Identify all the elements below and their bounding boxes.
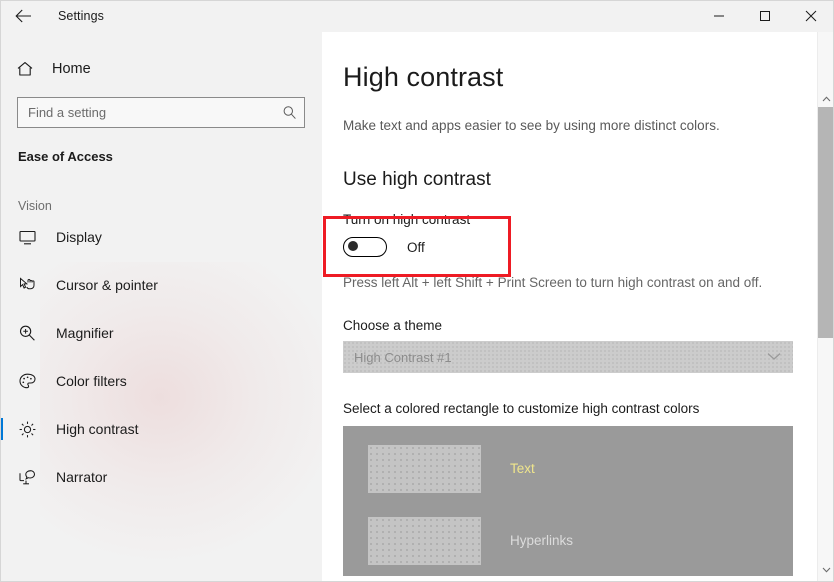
home-icon: [16, 60, 38, 78]
section-heading-use-high-contrast: Use high contrast: [343, 169, 812, 191]
color-rectangle-instruction: Select a colored rectangle to customize …: [343, 401, 812, 416]
sidebar-item-label: Narrator: [56, 469, 107, 485]
settings-window: Settings: [0, 0, 834, 582]
sidebar-item-display[interactable]: Display: [0, 213, 322, 261]
high-contrast-toggle-block: Turn on high contrast Off: [343, 212, 812, 257]
sidebar-section-title: Ease of Access: [18, 149, 322, 164]
search-box[interactable]: [17, 97, 305, 128]
sidebar-item-home[interactable]: Home: [0, 50, 322, 88]
brightness-icon: [18, 420, 44, 439]
scroll-up-button[interactable]: [818, 89, 834, 107]
color-row-hyperlinks: Hyperlinks: [343, 508, 793, 573]
theme-dropdown[interactable]: High Contrast #1: [343, 341, 793, 373]
content-panel: High contrast Make text and apps easier …: [322, 32, 834, 582]
window-title: Settings: [58, 9, 104, 23]
search-icon: [274, 105, 304, 120]
sidebar-item-cursor-pointer[interactable]: Cursor & pointer: [0, 261, 322, 309]
close-button[interactable]: [788, 0, 834, 32]
shortcut-hint-text: Press left Alt + left Shift + Print Scre…: [343, 275, 812, 290]
toggle-row: Off: [343, 237, 812, 257]
magnifier-icon: [18, 324, 44, 343]
toggle-knob: [348, 241, 358, 251]
chevron-down-icon: [822, 560, 831, 578]
page-description: Make text and apps easier to see by usin…: [343, 118, 812, 133]
sidebar-item-high-contrast[interactable]: High contrast: [0, 405, 322, 453]
color-row-label: Text: [510, 461, 535, 476]
chevron-up-icon: [822, 89, 831, 107]
color-row-label: Hyperlinks: [510, 533, 573, 548]
sidebar-item-narrator[interactable]: Narrator: [0, 453, 322, 501]
sidebar-item-color-filters[interactable]: Color filters: [0, 357, 322, 405]
theme-field-label: Choose a theme: [343, 318, 812, 333]
monitor-icon: [18, 228, 44, 247]
cursor-pointer-icon: [18, 276, 44, 295]
sidebar: Home Ease of Access Vision: [0, 32, 322, 582]
search-input[interactable]: [18, 104, 274, 121]
high-contrast-toggle-switch[interactable]: [343, 237, 387, 257]
minimize-button[interactable]: [696, 0, 742, 32]
toggle-title: Turn on high contrast: [343, 212, 812, 227]
sidebar-item-label: Magnifier: [56, 325, 114, 341]
narrator-icon: [18, 468, 44, 487]
page-title: High contrast: [343, 62, 812, 93]
back-button[interactable]: [0, 0, 46, 32]
color-swatch-hyperlinks[interactable]: [368, 517, 481, 565]
sidebar-item-label: High contrast: [56, 421, 138, 437]
toggle-state-label: Off: [407, 240, 425, 255]
color-preview-panel: Text Hyperlinks: [343, 426, 793, 576]
sidebar-item-label: Color filters: [56, 373, 127, 389]
close-icon: [805, 10, 817, 22]
sidebar-item-label: Cursor & pointer: [56, 277, 158, 293]
window-controls: [696, 0, 834, 32]
palette-icon: [18, 372, 44, 391]
color-swatch-text[interactable]: [368, 445, 481, 493]
maximize-button[interactable]: [742, 0, 788, 32]
content-inner: High contrast Make text and apps easier …: [322, 32, 812, 576]
scrollbar-thumb[interactable]: [818, 107, 834, 338]
theme-selected-value: High Contrast #1: [343, 350, 452, 365]
title-bar: Settings: [0, 0, 834, 32]
sidebar-group-label: Vision: [18, 199, 322, 213]
maximize-icon: [759, 10, 771, 22]
selection-indicator: [0, 418, 3, 440]
title-bar-left: Settings: [0, 0, 104, 32]
chevron-down-icon: [767, 348, 781, 366]
color-row-text: Text: [343, 436, 793, 501]
sidebar-item-magnifier[interactable]: Magnifier: [0, 309, 322, 357]
back-arrow-icon: [15, 9, 32, 23]
home-label: Home: [52, 61, 91, 77]
content-scrollbar[interactable]: [817, 32, 834, 582]
scroll-down-button[interactable]: [818, 560, 834, 578]
minimize-icon: [713, 10, 725, 22]
sidebar-item-label: Display: [56, 229, 102, 245]
